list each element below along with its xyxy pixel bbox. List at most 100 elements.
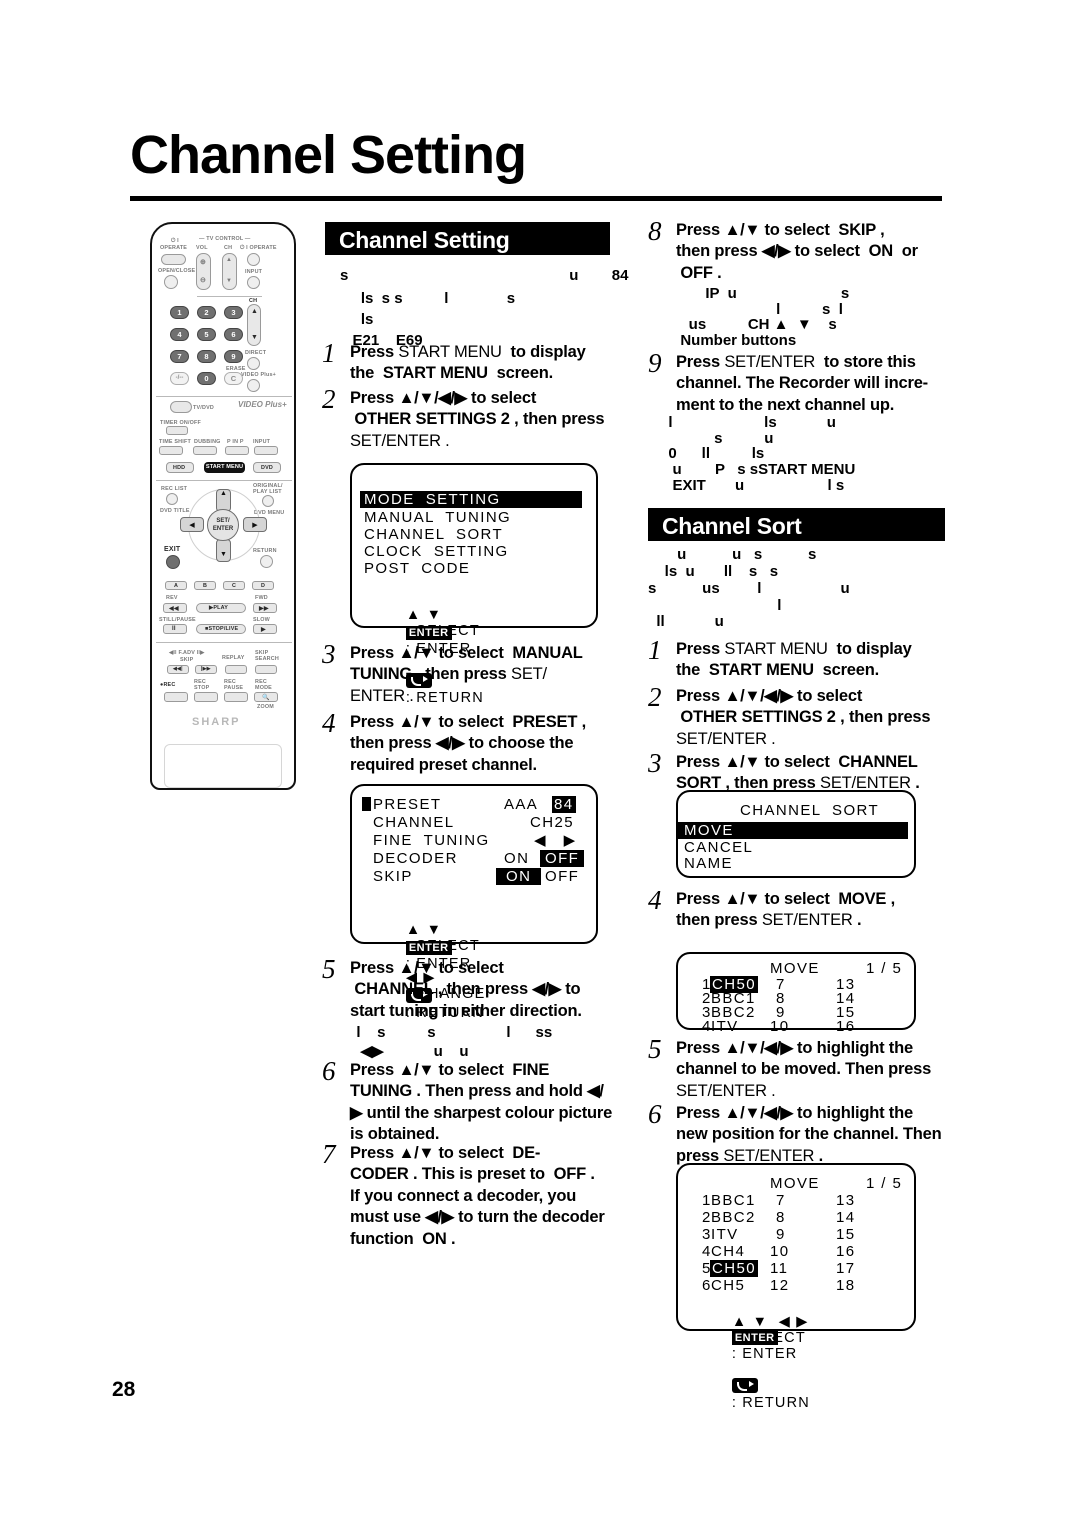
osd-move-row-name[interactable]: BBC2 bbox=[711, 1209, 756, 1226]
step-number: 5 bbox=[648, 1034, 662, 1064]
remote-number-7[interactable]: 7 bbox=[170, 350, 189, 363]
osd-menu-item-post-code[interactable]: POST CODE bbox=[364, 560, 470, 577]
remote-dpad-down[interactable]: ▼ bbox=[216, 539, 231, 562]
remote-number-9[interactable]: 9 bbox=[224, 350, 243, 363]
remote-number-4[interactable]: 4 bbox=[170, 328, 189, 341]
osd-move-col3-item[interactable]: 14 bbox=[836, 1209, 856, 1226]
remote-rec-list-button[interactable] bbox=[166, 493, 178, 505]
osd-sort-item-name[interactable]: NAME bbox=[684, 855, 733, 872]
remote-number-1[interactable]: 1 bbox=[170, 306, 189, 319]
volume-down-icon: ⊖ bbox=[200, 277, 207, 284]
page-title: Channel Setting bbox=[130, 125, 527, 185]
osd-row-value-channel[interactable]: CH25 bbox=[530, 814, 574, 831]
osd-row-value-fine-tuning[interactable]: ◀ ▶ bbox=[534, 831, 577, 849]
remote-original-play-list-button[interactable] bbox=[262, 495, 274, 507]
remote-label-power-operate: ⏻ I bbox=[171, 238, 179, 244]
osd-menu-item-mode-setting[interactable]: MODE SETTING bbox=[360, 491, 582, 508]
remote-dpad-right[interactable]: ▶ bbox=[243, 517, 267, 532]
osd-footer-enter-return: ENTER : ENTER : RETURN bbox=[690, 1314, 810, 1427]
remote-number-5[interactable]: 5 bbox=[197, 328, 216, 341]
remote-time-shift-button[interactable] bbox=[159, 446, 183, 455]
remote-label-slow: SLOW bbox=[253, 617, 270, 623]
remote-control-illustration: ⏻ I — TV CONTROL — OPERATE VOL CH ⏻ I OP… bbox=[150, 222, 296, 790]
osd-move-row-name[interactable]: BBC1 bbox=[711, 1192, 756, 1209]
remote-rec-stop-button[interactable] bbox=[194, 692, 218, 702]
osd-move-col2-item[interactable]: 7 bbox=[776, 1192, 786, 1209]
osd-sort-item-move[interactable]: MOVE bbox=[678, 822, 908, 839]
osd-move-after: MOVE 1 / 5 1 BBC1 7 13 2 BBC2 8 14 3 ITV… bbox=[676, 1163, 916, 1411]
remote-label-f-adv: ◀ll F.ADV ll▶ bbox=[169, 650, 205, 656]
osd-move-col2-item[interactable]: 12 bbox=[770, 1277, 790, 1294]
remote-label-original-play-list: ORIGINAL/ PLAY LIST bbox=[253, 483, 283, 495]
osd-enter-key-icon: ENTER bbox=[405, 940, 452, 955]
remote-label-tv-control: — TV CONTROL — bbox=[199, 236, 251, 242]
osd-move-col3-item[interactable]: 15 bbox=[836, 1226, 856, 1243]
remote-exit-button[interactable] bbox=[166, 555, 180, 569]
step-text: Press ▲/▼ to select FINE TUNING . Then p… bbox=[350, 1061, 613, 1144]
osd-move-col3-item[interactable]: 16 bbox=[836, 1018, 856, 1035]
remote-pinp-button[interactable] bbox=[225, 446, 249, 455]
osd-row-mid-decoder: ON bbox=[504, 850, 530, 867]
osd-move-col2-item[interactable]: 10 bbox=[770, 1018, 790, 1035]
remote-number-3[interactable]: 3 bbox=[224, 306, 243, 319]
osd-menu-item-manual-tuning[interactable]: MANUAL TUNING bbox=[364, 509, 511, 526]
remote-label-ch: CH bbox=[224, 245, 233, 251]
remote-open-close-button[interactable] bbox=[164, 275, 178, 289]
remote-start-menu-button[interactable]: START MENU bbox=[204, 462, 245, 473]
remote-tv-dvd-button[interactable] bbox=[170, 401, 192, 413]
remote-tv-operate-button[interactable] bbox=[247, 253, 260, 266]
remote-number-dash[interactable]: -/-- bbox=[170, 372, 189, 385]
remote-set-enter-button[interactable]: SET/ ENTER bbox=[207, 509, 239, 541]
osd-row-value-skip[interactable]: OFF bbox=[545, 868, 579, 885]
remote-label-dvd-title: DVD TITLE bbox=[160, 508, 190, 514]
remote-dpad-left[interactable]: ◀ bbox=[180, 517, 204, 532]
remote-number-6[interactable]: 6 bbox=[224, 328, 243, 341]
osd-move-row-name[interactable]: ITV bbox=[711, 1226, 739, 1243]
osd-move-row-name[interactable]: ITV bbox=[711, 1018, 739, 1035]
remote-video-plus-button[interactable] bbox=[247, 379, 260, 392]
osd-move-row-name[interactable]: CH5 bbox=[711, 1277, 745, 1294]
remote-operate-button[interactable] bbox=[161, 254, 186, 265]
osd-row-mid-skip[interactable]: ON bbox=[496, 868, 542, 885]
volume-up-icon: ⊕ bbox=[200, 259, 207, 266]
osd-move-col2-item[interactable]: 8 bbox=[776, 1209, 786, 1226]
remote-number-0[interactable]: 0 bbox=[197, 372, 216, 385]
remote-input-mid-button[interactable] bbox=[254, 446, 278, 455]
osd-move-col2-item[interactable]: 11 bbox=[770, 1260, 788, 1277]
osd-move-row-name[interactable]: CH4 bbox=[711, 1243, 745, 1260]
remote-label-rec: ●REC bbox=[160, 682, 176, 688]
remote-input-button[interactable] bbox=[247, 276, 260, 289]
channel-setting-intro-artifact-2: ls bbox=[340, 311, 374, 328]
remote-return-button[interactable] bbox=[260, 555, 273, 568]
osd-move-col3-item[interactable]: 16 bbox=[836, 1243, 856, 1260]
osd-move-col3-item[interactable]: 17 bbox=[836, 1260, 856, 1277]
osd-row-label-preset: PRESET bbox=[373, 796, 442, 813]
osd-sort-item-cancel[interactable]: CANCEL bbox=[684, 839, 753, 856]
osd-move-row-name-highlighted[interactable]: CH50 bbox=[710, 1260, 758, 1277]
osd-move-col3-item[interactable]: 13 bbox=[836, 1192, 856, 1209]
osd-row-label-decoder: DECODER bbox=[373, 850, 458, 867]
remote-dubbing-button[interactable] bbox=[193, 446, 217, 455]
osd-row-value-decoder[interactable]: OFF bbox=[540, 850, 585, 867]
remote-skip-search-button[interactable] bbox=[255, 665, 277, 674]
remote-label-color-a: A bbox=[174, 583, 179, 589]
step-text: Press ▲/▼ to select DE- CODER . This is … bbox=[350, 1144, 605, 1248]
osd-move-col2-item[interactable]: 10 bbox=[770, 1243, 790, 1260]
remote-rec-button[interactable] bbox=[164, 692, 188, 702]
step-number: 9 bbox=[648, 348, 662, 378]
osd-menu-item-clock-setting[interactable]: CLOCK SETTING bbox=[364, 543, 509, 560]
remote-label-replay: REPLAY bbox=[222, 655, 245, 661]
remote-number-8[interactable]: 8 bbox=[197, 350, 216, 363]
osd-row-value-preset[interactable]: 84 bbox=[552, 796, 576, 813]
osd-move-col2-item[interactable]: 9 bbox=[776, 1226, 786, 1243]
remote-rec-pause-button[interactable] bbox=[224, 692, 248, 702]
remote-direct-button[interactable] bbox=[247, 357, 260, 370]
osd-move-col3-item[interactable]: 18 bbox=[836, 1277, 856, 1294]
remote-number-2[interactable]: 2 bbox=[197, 306, 216, 319]
remote-replay-button[interactable] bbox=[225, 665, 247, 674]
remote-label-pinp: P IN P bbox=[227, 439, 244, 445]
remote-label-rec-mode: REC MODE bbox=[255, 679, 272, 691]
osd-menu-item-channel-sort[interactable]: CHANNEL SORT bbox=[364, 526, 503, 543]
step-number: 5 bbox=[322, 954, 336, 984]
remote-timer-button[interactable] bbox=[166, 426, 188, 435]
